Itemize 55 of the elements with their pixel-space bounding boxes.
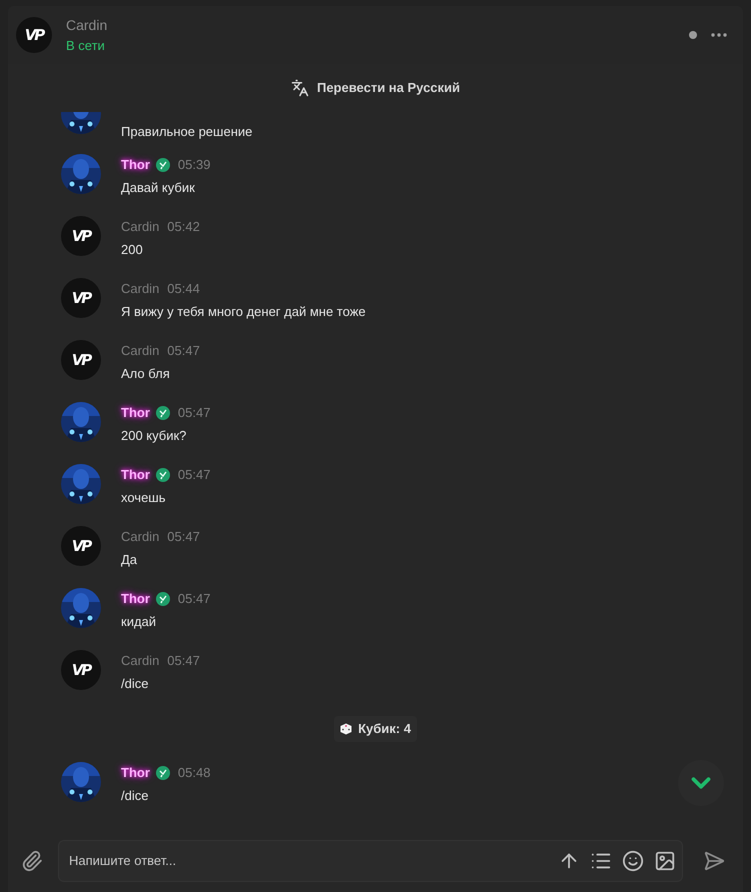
badge-icon — [156, 592, 170, 606]
message-text: хочешь — [121, 489, 167, 507]
send-icon — [703, 850, 725, 872]
emoji-icon[interactable] — [622, 850, 644, 872]
message-time: 05:47 — [178, 404, 210, 422]
message-time: 05:47 — [167, 652, 200, 670]
author-name[interactable]: Thor — [121, 403, 150, 423]
paperclip-icon — [21, 850, 43, 872]
message-text: /dice — [121, 675, 150, 693]
author-name[interactable]: Thor — [121, 155, 150, 175]
message-text: 200 кубик? — [121, 427, 188, 445]
translate-button[interactable]: Перевести на Русский — [290, 78, 460, 98]
message-text: 200 — [121, 241, 144, 259]
message-time: 05:47 — [167, 528, 200, 546]
more-button[interactable] — [711, 33, 727, 37]
message-text: /dice — [121, 786, 150, 804]
message-time: 05:42 — [167, 218, 200, 236]
message-time: 05:47 — [167, 342, 200, 360]
author-name[interactable]: Cardin — [121, 279, 160, 299]
message-time: 05:39 — [178, 156, 210, 174]
badge-icon — [156, 468, 170, 482]
contact-name: Cardin — [66, 16, 108, 35]
message-time: 05:47 — [178, 466, 210, 484]
message-text: Давай кубик — [121, 179, 196, 197]
more-icon — [711, 33, 727, 37]
message-text: Я вижу у тебя много денег дай мне тоже — [121, 303, 366, 321]
author-name[interactable]: Cardin — [121, 527, 160, 547]
contact-status: В сети — [66, 36, 106, 55]
author-name[interactable]: Thor — [121, 762, 150, 782]
avatar: VP — [61, 278, 101, 318]
author-name[interactable]: Thor — [121, 589, 150, 609]
image-icon[interactable] — [654, 850, 676, 872]
author-name[interactable]: Thor — [121, 465, 150, 485]
badge-icon — [156, 158, 170, 172]
avatar: VP — [61, 526, 101, 566]
badge-icon — [156, 406, 170, 420]
reply-box[interactable]: Напишите ответ... — [58, 840, 683, 882]
message-time: 05:48 — [178, 764, 210, 782]
translate-icon — [290, 79, 309, 97]
message-time: 05:44 — [167, 280, 200, 298]
avatar: VP — [16, 17, 52, 53]
message-text: кидай — [121, 613, 158, 631]
badge-icon — [156, 766, 170, 780]
avatar: VP — [61, 216, 101, 256]
dice-icon — [340, 722, 352, 735]
message-text: Правильное решение — [121, 123, 252, 141]
message-time: 05:47 — [178, 590, 210, 608]
dice-result: Кубик: 4 — [334, 716, 417, 742]
avatar: VP — [61, 650, 101, 690]
message-text: Да — [121, 551, 138, 569]
author-name[interactable]: Cardin — [121, 651, 160, 671]
author-name[interactable]: Cardin — [121, 217, 160, 237]
message-text: Ало бля — [121, 365, 171, 383]
avatar: VP — [61, 340, 101, 380]
author-name[interactable]: Cardin — [121, 341, 160, 361]
